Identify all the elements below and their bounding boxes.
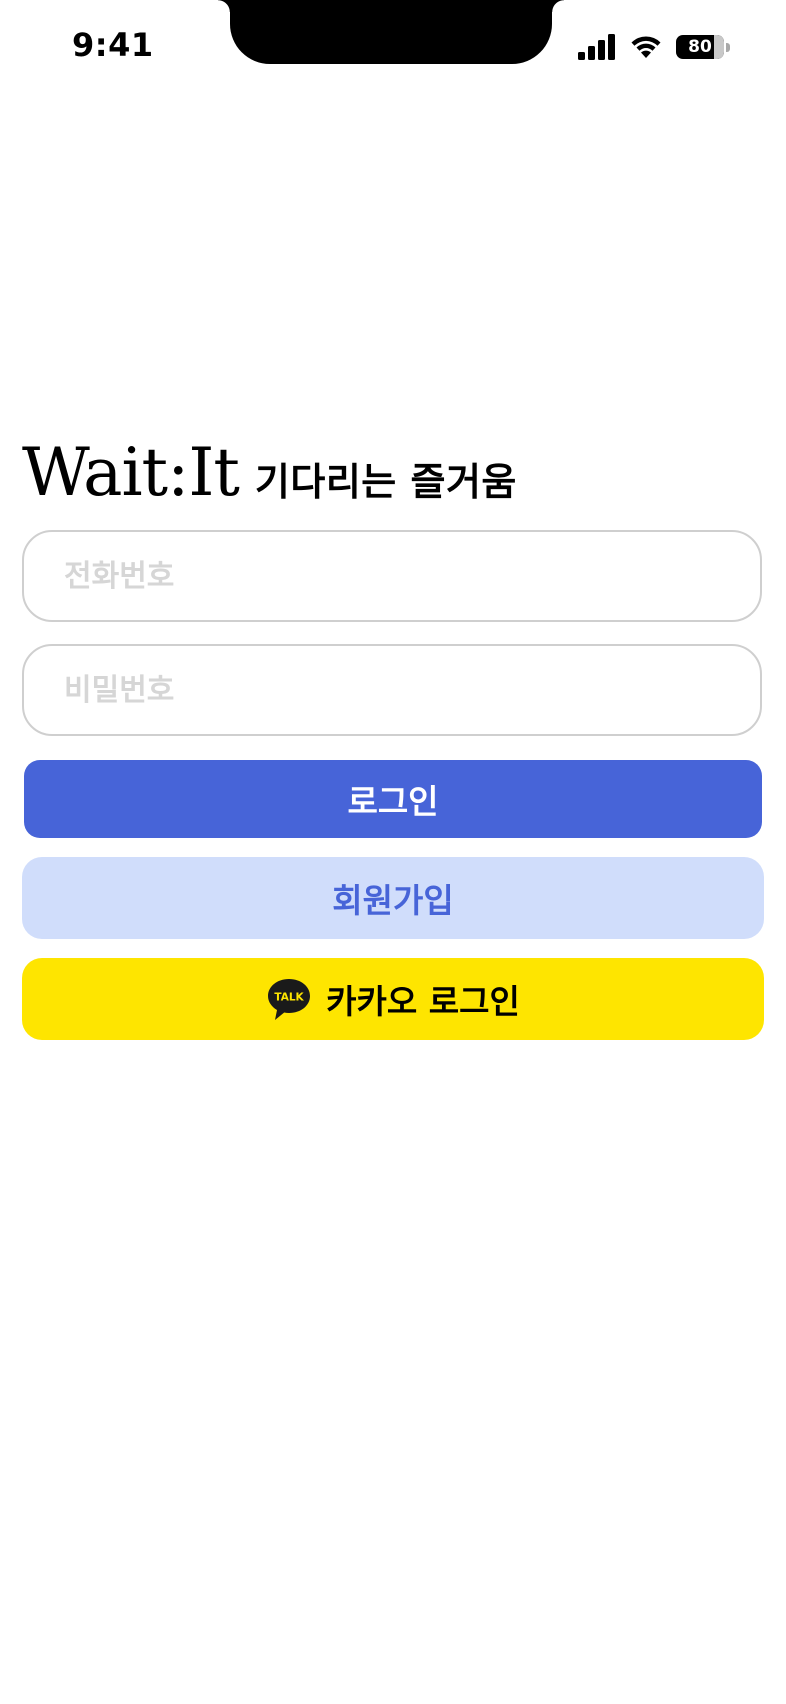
device-notch <box>218 0 564 64</box>
battery-empty-portion <box>714 35 724 59</box>
signup-button-label: 회원가입 <box>332 881 454 920</box>
phone-input[interactable] <box>22 530 762 622</box>
battery-icon: 80 <box>676 35 724 59</box>
kakao-talk-icon: TALK <box>268 979 311 1020</box>
login-button-label: 로그인 <box>347 782 439 821</box>
kakao-login-button[interactable]: TALK 카카오 로그인 <box>22 958 764 1040</box>
status-time: 9:41 <box>72 26 154 64</box>
kakao-icon-text: TALK <box>275 992 305 1004</box>
signal-icon <box>578 34 615 60</box>
battery-level: 80 <box>688 37 712 57</box>
kakao-login-label: 카카오 로그인 <box>326 982 520 1021</box>
app-header: Wait:It 기다리는 즐거움 <box>22 440 517 506</box>
tagline: 기다리는 즐거움 <box>254 460 517 504</box>
password-input[interactable] <box>22 644 762 736</box>
status-bar: 9:41 80 <box>0 0 786 100</box>
wifi-icon <box>631 36 661 58</box>
battery-cap <box>726 42 730 52</box>
status-indicators: 80 <box>578 34 730 60</box>
signup-button[interactable]: 회원가입 <box>22 857 764 939</box>
brand-title: Wait:It <box>22 434 240 511</box>
login-button[interactable]: 로그인 <box>24 760 762 838</box>
